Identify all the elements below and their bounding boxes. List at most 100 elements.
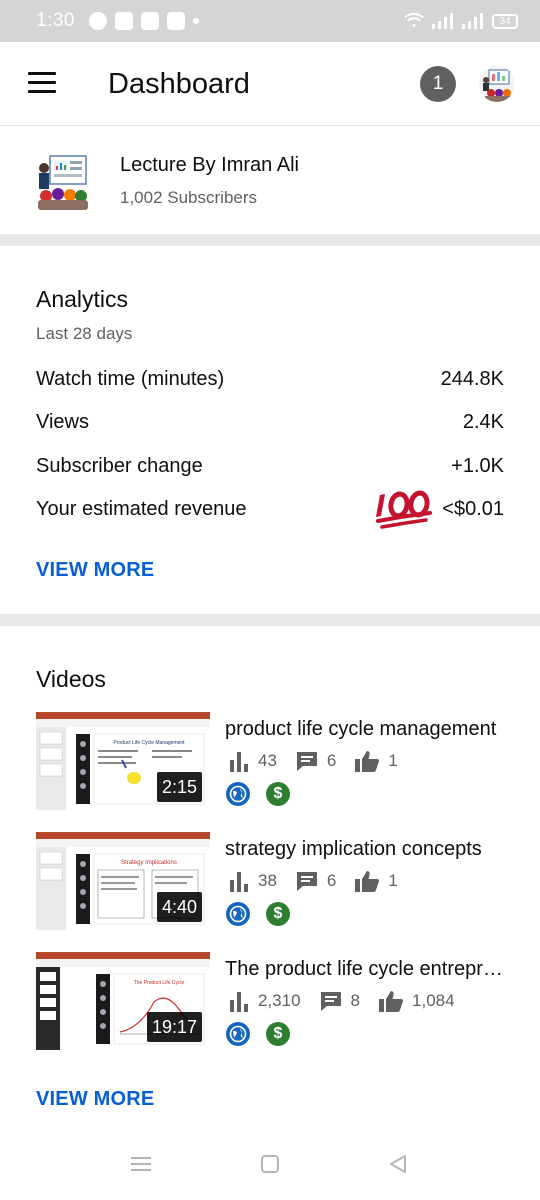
videos-view-more-button[interactable]: VIEW MORE [36,1088,154,1111]
video-badges: $ [226,1022,290,1046]
views-stat: 2,310 [228,990,301,1012]
views-stat: 38 [228,870,277,892]
likes-stat: 1 [354,870,398,892]
video-stats: 38 6 1 [228,870,416,892]
video-title: The product life cycle entrepreneurship [225,958,507,980]
video-item[interactable]: Product Life Cycle Management 2:15 produ… [36,712,516,810]
views-count: 43 [258,751,277,770]
metric-value-group: <$0.01 [374,489,504,529]
home-icon[interactable] [260,1154,280,1174]
section-divider [0,614,540,626]
wifi-icon [404,13,424,27]
hundred-points-icon [376,490,433,529]
battery-icon: 34 [492,13,518,29]
metric-label: Subscriber change [36,454,203,477]
video-item[interactable]: Strategy Implications 4:40 strategy impl… [36,832,516,930]
video-badges: $ [226,902,290,926]
hamburger-menu-icon[interactable] [28,72,56,94]
account-avatar[interactable] [479,66,515,102]
video-stats: 43 6 1 [228,750,416,772]
channel-name: Lecture By Imran Ali [120,154,299,176]
videos-card: Videos Product Life Cycle Management 2:1… [0,626,540,1136]
more-notifications-dot-icon [192,18,199,24]
page-title: Dashboard [108,68,250,100]
metric-label: Views [36,410,89,433]
globe-icon [226,902,250,926]
channel-header[interactable]: Lecture By Imran Ali 1,002 Subscribers [0,126,540,234]
app-notification-icon [166,12,185,30]
metric-row-views: Views 2.4K [36,407,504,437]
notification-icons [88,12,199,30]
status-right: 34 [404,13,518,29]
thumbnail-heading: Strategy Implications [121,860,177,866]
metric-row-subscriber-change: Subscriber change +1.0K [36,451,504,481]
video-thumbnail[interactable]: The Product Life Cycle 19:17 [36,952,210,1050]
analytics-card: Analytics Last 28 days Watch time (minut… [0,246,540,614]
analytics-view-more-button[interactable]: VIEW MORE [36,559,154,582]
views-count: 38 [258,871,277,890]
views-count: 2,310 [258,991,301,1010]
app-bar: Dashboard 1 [0,42,540,126]
comment-icon [296,752,317,771]
metric-value: 244.8K [440,367,504,390]
status-time: 1:30 [36,10,75,31]
likes-count: 1 [388,871,398,890]
recent-apps-icon[interactable] [131,1154,151,1174]
video-badges: $ [226,782,290,806]
globe-icon [226,1022,250,1046]
video-thumbnail[interactable]: Strategy Implications 4:40 [36,832,210,930]
comments-stat: 8 [319,990,360,1012]
comment-icon [320,992,341,1011]
metric-value: +1.0K [451,454,504,477]
likes-stat: 1,084 [378,990,455,1012]
whatsapp-icon [88,12,107,30]
thumbs-up-icon [355,871,380,892]
video-stats: 2,310 8 1,084 [228,990,473,1012]
thumbnail-heading: Product Life Cycle Management [113,740,185,746]
metric-label: Watch time (minutes) [36,367,225,390]
video-item[interactable]: The Product Life Cycle 19:17 The product… [36,952,516,1050]
metric-value: 2.4K [462,410,504,433]
comments-stat: 6 [295,870,336,892]
channel-avatar [36,154,90,212]
video-duration: 19:17 [146,1012,202,1042]
video-title: strategy implication concepts [225,838,482,860]
metric-label: Your estimated revenue [36,497,247,520]
thumbs-up-icon [379,991,404,1012]
views-stat: 43 [228,750,277,772]
likes-count: 1 [388,751,398,770]
thumbnail-heading: The Product Life Cycle [134,980,185,986]
analytics-title: Analytics [36,286,129,312]
likes-stat: 1 [354,750,398,772]
video-thumbnail[interactable]: Product Life Cycle Management 2:15 [36,712,210,810]
comments-count: 6 [326,871,337,890]
comments-stat: 6 [295,750,336,772]
comments-count: 6 [326,751,337,770]
globe-icon [226,782,250,806]
system-nav-bar [0,1136,540,1200]
likes-count: 1,084 [412,991,455,1010]
thumbs-up-icon [355,751,380,772]
video-title: product life cycle management [225,718,497,740]
analytics-period: Last 28 days [36,324,133,343]
dollar-icon: $ [266,1022,290,1046]
dollar-icon: $ [266,902,290,926]
video-duration: 2:15 [156,772,202,802]
signal-icon [432,13,453,29]
metric-value: <$0.01 [442,497,504,520]
facebook-icon [140,12,159,30]
notification-count-badge[interactable]: 1 [420,66,456,102]
back-icon[interactable] [388,1154,408,1174]
status-bar: 1:30 34 [0,0,540,42]
comment-icon [296,872,317,891]
bar-chart-icon [230,752,248,772]
bar-chart-icon [230,872,248,892]
bar-chart-icon [230,992,248,1012]
section-divider [0,234,540,246]
subscriber-count: 1,002 Subscribers [120,188,258,207]
comments-count: 8 [350,991,361,1010]
app-notification-icon [114,12,133,30]
metric-row-revenue: Your estimated revenue <$0.01 [36,490,504,529]
dollar-icon: $ [266,782,290,806]
video-duration: 4:40 [156,892,202,922]
